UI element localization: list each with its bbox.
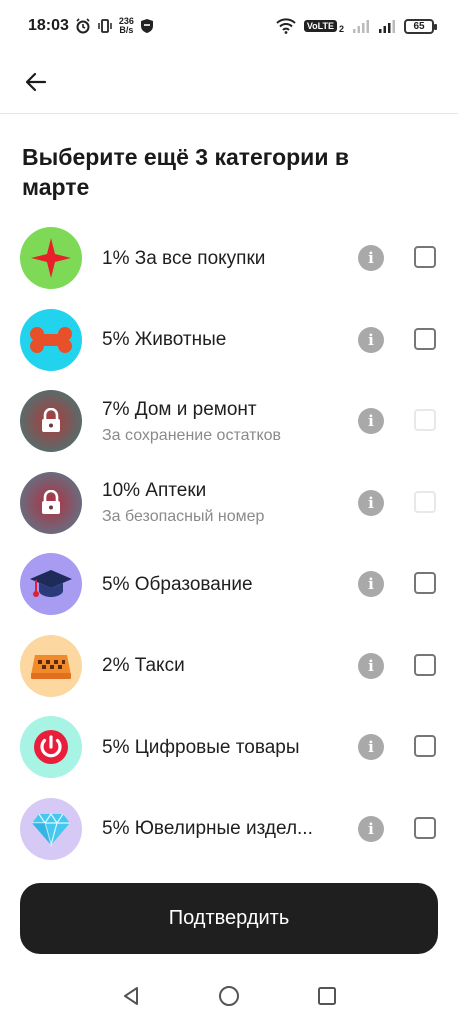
category-row[interactable]: 5% Цифровые товары i	[0, 707, 458, 789]
category-label: 1% За все покупки	[102, 247, 266, 269]
category-label: 2% Такси	[102, 655, 185, 677]
status-right: VoLTE 2 65	[276, 18, 437, 34]
category-checkbox[interactable]	[414, 735, 436, 757]
category-row[interactable]: 5% Животные i	[0, 300, 458, 382]
net-speed-unit: B/s	[119, 25, 134, 35]
diamond-icon	[20, 797, 82, 860]
category-checkbox-disabled	[414, 409, 436, 431]
category-label: 7% Дом и ремонт	[102, 398, 257, 420]
category-checkbox-disabled	[414, 490, 436, 513]
category-label: 5% Цифровые товары	[102, 736, 300, 758]
category-row[interactable]: 5% Образование i	[0, 544, 458, 626]
shield-icon	[140, 19, 153, 33]
category-text: 5% Ювелирные издел...	[102, 789, 342, 871]
lock-icon	[20, 471, 82, 534]
status-bar: 18:03 236 B/s VoLTE 2 65	[0, 0, 458, 52]
lock-icon	[20, 390, 82, 452]
circle-home-icon	[219, 986, 239, 1006]
category-text: 5% Цифровые товары	[102, 707, 342, 789]
category-row[interactable]: 7% Дом и ремонт За сохранение остатков i	[0, 381, 458, 463]
category-checkbox[interactable]	[414, 327, 436, 350]
category-row[interactable]: 5% Ювелирные издел... i	[0, 789, 458, 871]
bone-icon	[20, 308, 82, 371]
alarm-icon	[76, 18, 90, 34]
info-icon[interactable]: i	[358, 734, 384, 760]
net-speed: 236 B/s	[119, 17, 134, 35]
info-icon[interactable]: i	[358, 326, 384, 353]
battery-icon: 65	[404, 18, 437, 34]
info-icon[interactable]: i	[358, 245, 384, 271]
taxi-icon	[20, 634, 82, 697]
info-icon[interactable]: i	[358, 652, 384, 679]
category-text: 5% Животные	[102, 300, 342, 382]
category-label: 5% Ювелирные издел...	[102, 818, 313, 840]
sim-index: 2	[338, 24, 344, 34]
category-label: 10% Аптеки	[102, 480, 207, 502]
category-text: 7% Дом и ремонт За сохранение остатков	[102, 381, 342, 463]
system-nav-bar	[0, 968, 458, 1024]
category-checkbox[interactable]	[414, 572, 436, 594]
nav-home-button[interactable]	[217, 984, 241, 1008]
power-icon	[20, 716, 82, 778]
info-icon[interactable]: i	[358, 815, 384, 842]
category-row[interactable]: 2% Такси i	[0, 626, 458, 708]
signal-weak-icon	[353, 20, 369, 33]
nav-back-button[interactable]	[119, 984, 143, 1008]
nav-recents-button[interactable]	[315, 984, 339, 1008]
wifi-icon	[276, 18, 296, 34]
category-row[interactable]: 1% За все покупки i	[0, 218, 458, 300]
category-checkbox[interactable]	[414, 653, 436, 676]
battery-level: 65	[413, 20, 425, 32]
graduation-cap-icon	[20, 553, 82, 615]
back-button[interactable]	[18, 64, 54, 100]
category-label: 5% Животные	[102, 329, 227, 351]
confirm-button[interactable]: Подтвердить	[20, 883, 438, 954]
category-subtitle: За безопасный номер	[102, 508, 265, 526]
info-icon[interactable]: i	[358, 489, 384, 516]
star-icon	[20, 227, 82, 289]
arrow-left-icon	[25, 72, 47, 92]
toolbar	[0, 52, 458, 114]
clock: 18:03	[28, 17, 69, 34]
info-icon[interactable]: i	[358, 571, 384, 597]
status-left: 18:03 236 B/s	[28, 17, 154, 35]
category-text: 5% Образование	[102, 544, 342, 626]
signal-icon	[379, 20, 395, 33]
category-row[interactable]: 10% Аптеки За безопасный номер i	[0, 463, 458, 545]
info-icon[interactable]: i	[358, 408, 384, 434]
page-title: Выберите ещё 3 категории в марте	[22, 144, 349, 200]
category-subtitle: За сохранение остатков	[102, 426, 282, 444]
category-text: 1% За все покупки	[102, 218, 342, 300]
category-checkbox[interactable]	[414, 816, 436, 839]
category-text: 10% Аптеки За безопасный номер	[102, 463, 342, 545]
category-list: 1% За все покупки i 5% Животные i 7% Дом…	[0, 218, 458, 870]
category-checkbox[interactable]	[414, 246, 436, 268]
volte-badge: VoLTE	[303, 20, 337, 32]
square-recents-icon	[318, 987, 336, 1005]
triangle-back-icon	[124, 987, 138, 1005]
category-text: 2% Такси	[102, 626, 342, 708]
vibrate-icon	[98, 19, 112, 33]
category-label: 5% Образование	[102, 573, 253, 595]
